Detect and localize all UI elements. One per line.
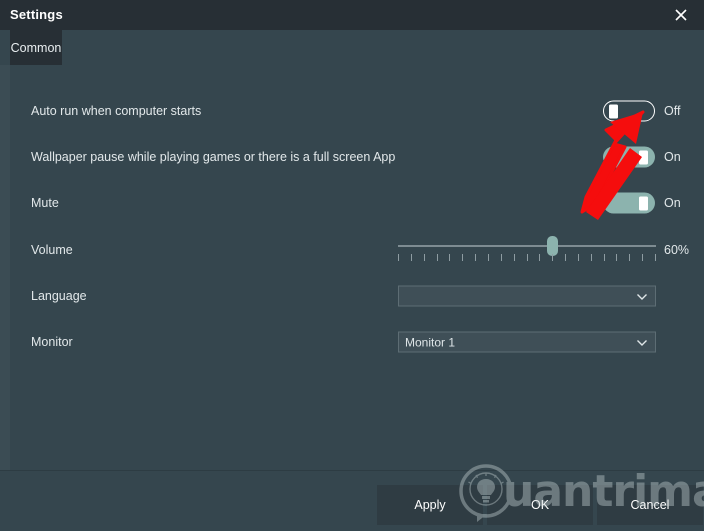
window-title: Settings <box>10 7 63 22</box>
row-volume-label: Volume <box>31 243 73 257</box>
toggle-mute[interactable] <box>603 192 655 214</box>
row-language-label: Language <box>31 289 87 303</box>
slider-tick <box>410 254 412 261</box>
row-language: Language <box>10 273 704 319</box>
slider-handle[interactable] <box>547 236 559 256</box>
slider-tick <box>423 254 425 261</box>
toggle-wallpaper-pause-state: On <box>664 150 681 164</box>
row-monitor: Monitor Monitor 1 <box>10 319 704 365</box>
toggle-knob <box>639 196 648 210</box>
slider-ticks <box>398 254 656 261</box>
slider-tick <box>642 254 644 261</box>
close-button[interactable] <box>658 0 704 30</box>
slider-tick <box>590 254 592 261</box>
slider-tick <box>487 254 489 261</box>
apply-button[interactable]: Apply <box>377 485 483 525</box>
slider-tick <box>539 254 541 261</box>
tab-common[interactable]: Common <box>10 30 62 65</box>
slider-tick <box>629 254 631 261</box>
cancel-button-label: Cancel <box>630 498 670 512</box>
slider-tick <box>552 254 554 261</box>
row-auto-run: Auto run when computer starts Off <box>10 88 704 134</box>
row-auto-run-label: Auto run when computer starts <box>31 104 202 118</box>
monitor-dropdown[interactable]: Monitor 1 <box>398 331 656 353</box>
row-wallpaper-pause-label: Wallpaper pause while playing games or t… <box>31 150 396 164</box>
row-mute: Mute On <box>10 180 704 226</box>
row-mute-label: Mute <box>31 196 59 210</box>
toggle-wallpaper-pause[interactable] <box>603 146 655 168</box>
slider-tick <box>500 254 502 261</box>
apply-button-label: Apply <box>414 498 446 512</box>
cancel-button[interactable]: Cancel <box>597 485 703 525</box>
footer-bar: Apply OK Cancel <box>0 470 704 531</box>
slider-tick <box>398 254 399 261</box>
slider-tick <box>565 254 567 261</box>
ok-button[interactable]: OK <box>487 485 593 525</box>
row-monitor-label: Monitor <box>31 335 73 349</box>
toggle-knob <box>639 150 648 164</box>
tab-strip: Common <box>0 30 704 65</box>
toggle-mute-state: On <box>664 196 681 210</box>
volume-value: 60% <box>664 243 690 257</box>
slider-tick <box>655 254 656 261</box>
slider-tick <box>475 254 477 261</box>
chevron-down-icon <box>637 293 647 300</box>
title-bar: Settings <box>0 0 704 30</box>
slider-tick <box>513 254 515 261</box>
toggle-auto-run-state: Off <box>664 104 681 118</box>
row-wallpaper-pause: Wallpaper pause while playing games or t… <box>10 134 704 180</box>
left-rail <box>0 65 10 470</box>
volume-slider[interactable] <box>398 235 656 265</box>
slider-tick <box>577 254 579 261</box>
ok-button-label: OK <box>530 498 550 512</box>
slider-tick <box>462 254 464 261</box>
slider-tick <box>526 254 528 261</box>
settings-content: Auto run when computer starts Off Wallpa… <box>10 65 704 470</box>
slider-track <box>398 245 656 247</box>
language-dropdown[interactable] <box>398 285 656 307</box>
row-volume: Volume 60% <box>10 227 704 273</box>
toggle-auto-run[interactable] <box>603 100 655 122</box>
monitor-dropdown-value: Monitor 1 <box>405 335 456 349</box>
slider-tick <box>449 254 451 261</box>
settings-window: Settings Common Auto run when computer s… <box>0 0 704 531</box>
chevron-down-icon <box>637 339 647 346</box>
tab-common-label: Common <box>10 40 62 55</box>
slider-tick <box>603 254 605 261</box>
slider-tick <box>616 254 618 261</box>
slider-tick <box>436 254 438 261</box>
toggle-knob <box>609 104 618 118</box>
close-icon <box>675 9 687 21</box>
